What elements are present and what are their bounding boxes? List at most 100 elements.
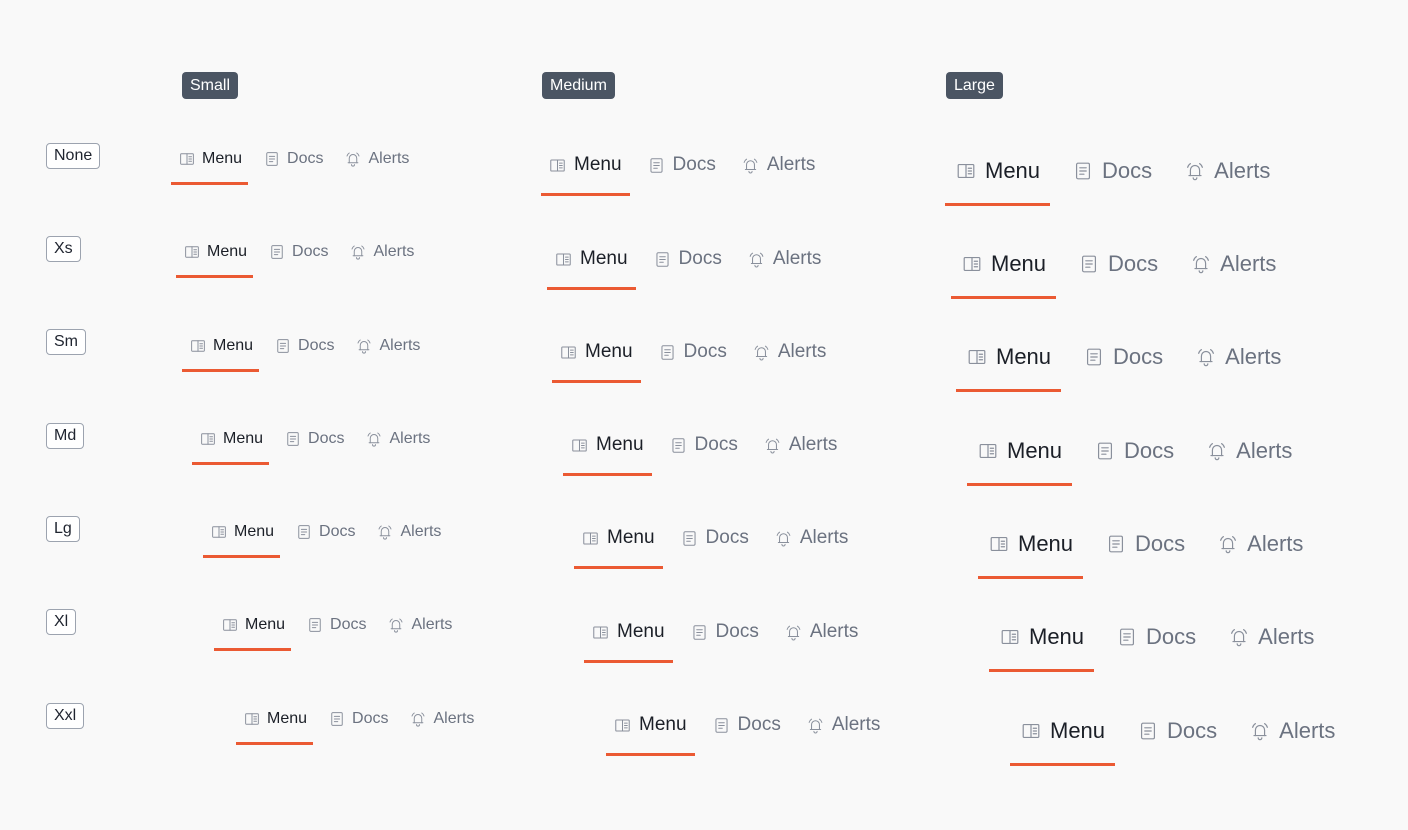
- tab-menu[interactable]: Menu: [541, 148, 630, 196]
- tab-list-large-lg: Menu Docs Alerts: [978, 525, 1325, 579]
- bell-ringing-icon: [1195, 346, 1225, 368]
- tab-menu[interactable]: Menu: [956, 338, 1062, 392]
- tab-alerts[interactable]: Alerts: [756, 428, 846, 462]
- tab-menu[interactable]: Menu: [192, 424, 270, 465]
- tab-menu[interactable]: Menu: [563, 428, 652, 476]
- tab-label: Menu: [639, 714, 687, 735]
- tab-alerts[interactable]: Alerts: [767, 521, 857, 555]
- tab-docs[interactable]: Docs: [662, 428, 746, 462]
- tab-menu[interactable]: Menu: [967, 432, 1073, 486]
- tab-label: Alerts: [1247, 531, 1304, 556]
- tab-menu[interactable]: Menu: [171, 144, 249, 185]
- tab-docs[interactable]: Docs: [256, 144, 329, 174]
- tab-menu[interactable]: Menu: [584, 615, 673, 663]
- tab-docs[interactable]: Docs: [651, 335, 735, 369]
- tab-label: Alerts: [766, 154, 816, 175]
- tab-menu[interactable]: Menu: [552, 335, 641, 383]
- tab-docs[interactable]: Docs: [1068, 245, 1168, 283]
- tab-label: Docs: [1102, 158, 1153, 183]
- tab-menu[interactable]: Menu: [203, 517, 281, 558]
- tab-label: Menu: [1018, 531, 1074, 556]
- tab-menu[interactable]: Menu: [574, 521, 663, 569]
- book-open-icon: [961, 253, 991, 275]
- book-open-icon: [999, 626, 1029, 648]
- document-icon: [690, 623, 716, 642]
- document-icon: [1078, 253, 1108, 275]
- tab-docs[interactable]: Docs: [646, 242, 730, 276]
- tab-docs[interactable]: Docs: [277, 424, 350, 454]
- tab-docs[interactable]: Docs: [261, 237, 334, 267]
- book-open-icon: [988, 533, 1018, 555]
- tab-label: Docs: [683, 341, 727, 362]
- tab-menu[interactable]: Menu: [978, 525, 1084, 579]
- tab-menu[interactable]: Menu: [1010, 712, 1116, 766]
- bell-ringing-icon: [344, 150, 368, 168]
- tab-alerts[interactable]: Alerts: [799, 708, 889, 742]
- tab-alerts[interactable]: Alerts: [402, 704, 480, 734]
- tab-alerts[interactable]: Alerts: [380, 610, 458, 640]
- tab-menu[interactable]: Menu: [236, 704, 314, 745]
- tab-docs[interactable]: Docs: [321, 704, 394, 734]
- tab-docs[interactable]: Docs: [1073, 338, 1173, 376]
- tab-label: Menu: [607, 527, 655, 548]
- tab-menu[interactable]: Menu: [182, 331, 260, 372]
- tab-docs[interactable]: Docs: [1062, 152, 1162, 190]
- tab-alerts[interactable]: Alerts: [1196, 432, 1302, 470]
- tab-docs[interactable]: Docs: [299, 610, 372, 640]
- tab-docs[interactable]: Docs: [1127, 712, 1227, 750]
- tab-label: Alerts: [1225, 344, 1282, 369]
- tab-list-small-xl: Menu Docs Alerts: [214, 610, 466, 651]
- tab-menu[interactable]: Menu: [945, 152, 1051, 206]
- row-label-md: Md: [46, 423, 85, 449]
- bell-ringing-icon: [752, 343, 778, 362]
- tab-label: Docs: [694, 434, 738, 455]
- tab-label: Docs: [672, 154, 716, 175]
- tab-label: Menu: [223, 430, 264, 447]
- tab-menu[interactable]: Menu: [547, 242, 636, 290]
- tab-alerts[interactable]: Alerts: [1218, 618, 1324, 656]
- bell-ringing-icon: [1249, 720, 1279, 742]
- tab-label: Alerts: [373, 243, 415, 260]
- document-icon: [1083, 346, 1113, 368]
- tab-alerts[interactable]: Alerts: [1174, 152, 1280, 190]
- tab-alerts[interactable]: Alerts: [358, 424, 436, 454]
- tab-alerts[interactable]: Alerts: [369, 517, 447, 547]
- tab-menu[interactable]: Menu: [951, 245, 1057, 299]
- document-icon: [274, 337, 298, 355]
- tab-menu[interactable]: Menu: [214, 610, 292, 651]
- tab-docs[interactable]: Docs: [267, 331, 340, 361]
- tab-docs[interactable]: Docs: [673, 521, 757, 555]
- tab-docs[interactable]: Docs: [705, 708, 789, 742]
- tab-alerts[interactable]: Alerts: [740, 242, 830, 276]
- tab-docs[interactable]: Docs: [1106, 618, 1206, 656]
- document-icon: [1105, 533, 1135, 555]
- tab-alerts[interactable]: Alerts: [1239, 712, 1345, 750]
- row-label-xl: Xl: [46, 609, 77, 635]
- column-header-large: Large: [946, 72, 1003, 99]
- bell-ringing-icon: [806, 716, 832, 735]
- tab-alerts[interactable]: Alerts: [1180, 245, 1286, 283]
- bell-ringing-icon: [1206, 440, 1236, 462]
- tab-docs[interactable]: Docs: [1095, 525, 1195, 563]
- tab-label: Menu: [1007, 438, 1063, 463]
- tab-alerts[interactable]: Alerts: [745, 335, 835, 369]
- tab-menu[interactable]: Menu: [989, 618, 1095, 672]
- tab-docs[interactable]: Docs: [1084, 432, 1184, 470]
- tab-docs[interactable]: Docs: [288, 517, 361, 547]
- tab-label: Alerts: [389, 430, 431, 447]
- tab-alerts[interactable]: Alerts: [734, 148, 824, 182]
- row-label-lg: Lg: [46, 516, 80, 542]
- tab-alerts[interactable]: Alerts: [337, 144, 415, 174]
- tab-docs[interactable]: Docs: [683, 615, 767, 649]
- document-icon: [658, 343, 684, 362]
- tab-menu[interactable]: Menu: [606, 708, 695, 756]
- tab-docs[interactable]: Docs: [640, 148, 724, 182]
- tab-label: Alerts: [772, 248, 822, 269]
- tab-label: Menu: [202, 150, 243, 167]
- tab-alerts[interactable]: Alerts: [1207, 525, 1313, 563]
- tab-alerts[interactable]: Alerts: [348, 331, 426, 361]
- tab-alerts[interactable]: Alerts: [1185, 338, 1291, 376]
- tab-alerts[interactable]: Alerts: [342, 237, 420, 267]
- tab-menu[interactable]: Menu: [176, 237, 254, 278]
- tab-alerts[interactable]: Alerts: [777, 615, 867, 649]
